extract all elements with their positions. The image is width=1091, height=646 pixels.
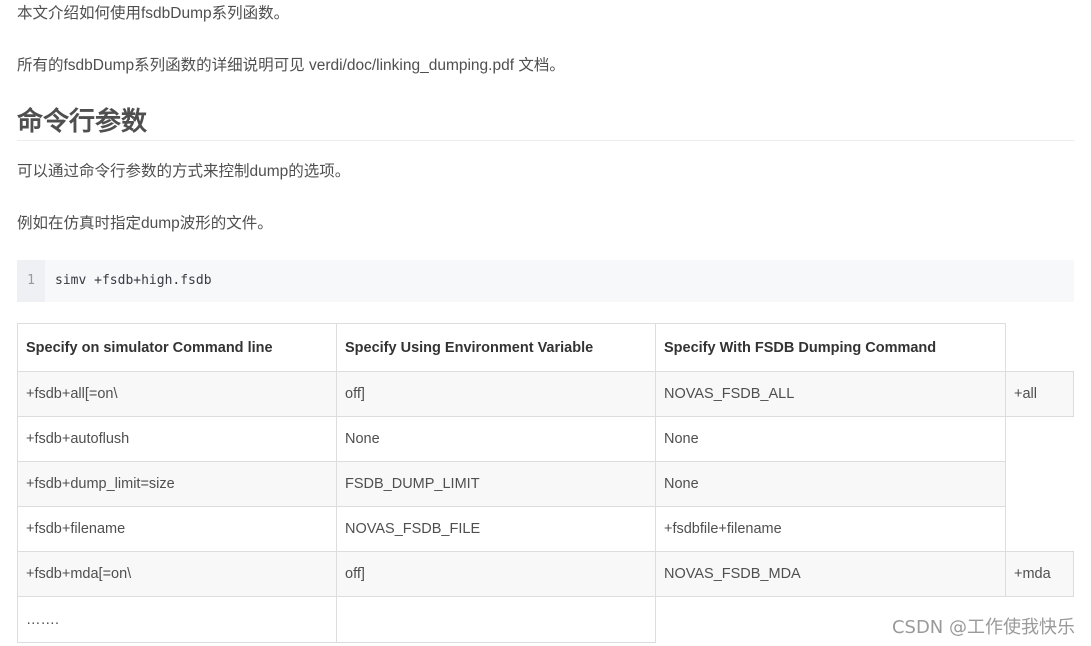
intro-paragraph-1: 本文介绍如何使用fsdbDump系列函数。 <box>17 5 290 22</box>
table-cell: +fsdb+mda[=on\ <box>17 551 337 597</box>
table-header-cell: Specify on simulator Command line <box>17 323 337 372</box>
table-cell: None <box>655 461 1006 507</box>
code-block[interactable]: 1 simv +fsdb+high.fsdb <box>17 260 1074 302</box>
table-cell: +fsdb+all[=on\ <box>17 371 337 417</box>
table-cell: +all <box>1005 371 1074 417</box>
table-cell: +fsdb+filename <box>17 506 337 552</box>
table-cell: +mda <box>1005 551 1074 597</box>
table-cell: +fsdbfile+filename <box>655 506 1006 552</box>
table-cell: off] <box>336 551 656 597</box>
table-cell: off] <box>336 371 656 417</box>
table-cell: None <box>336 416 656 462</box>
intro-paragraph-2: 所有的fsdbDump系列函数的详细说明可见 verdi/doc/linking… <box>17 57 565 74</box>
table-cell: +fsdb+autoflush <box>17 416 337 462</box>
table-cell <box>336 596 656 643</box>
code-line[interactable]: simv +fsdb+high.fsdb <box>55 260 212 302</box>
section-paragraph-2: 例如在仿真时指定dump波形的文件。 <box>17 215 273 232</box>
table-cell: None <box>655 416 1006 462</box>
table-cell: NOVAS_FSDB_MDA <box>655 551 1006 597</box>
table-cell: NOVAS_FSDB_ALL <box>655 371 1006 417</box>
table-cell: ……. <box>17 596 337 643</box>
heading-divider <box>17 140 1074 141</box>
section-paragraph-1: 可以通过命令行参数的方式来控制dump的选项。 <box>17 163 351 180</box>
watermark: CSDN @工作使我快乐 <box>891 617 1075 638</box>
table-cell: +fsdb+dump_limit=size <box>17 461 337 507</box>
table-cell: NOVAS_FSDB_FILE <box>336 506 656 552</box>
section-heading: 命令行参数 <box>17 106 148 136</box>
code-line-number: 1 <box>17 260 45 302</box>
table-header-cell: Specify Using Environment Variable <box>336 323 656 372</box>
table-header-cell: Specify With FSDB Dumping Command <box>655 323 1006 372</box>
table-cell: FSDB_DUMP_LIMIT <box>336 461 656 507</box>
